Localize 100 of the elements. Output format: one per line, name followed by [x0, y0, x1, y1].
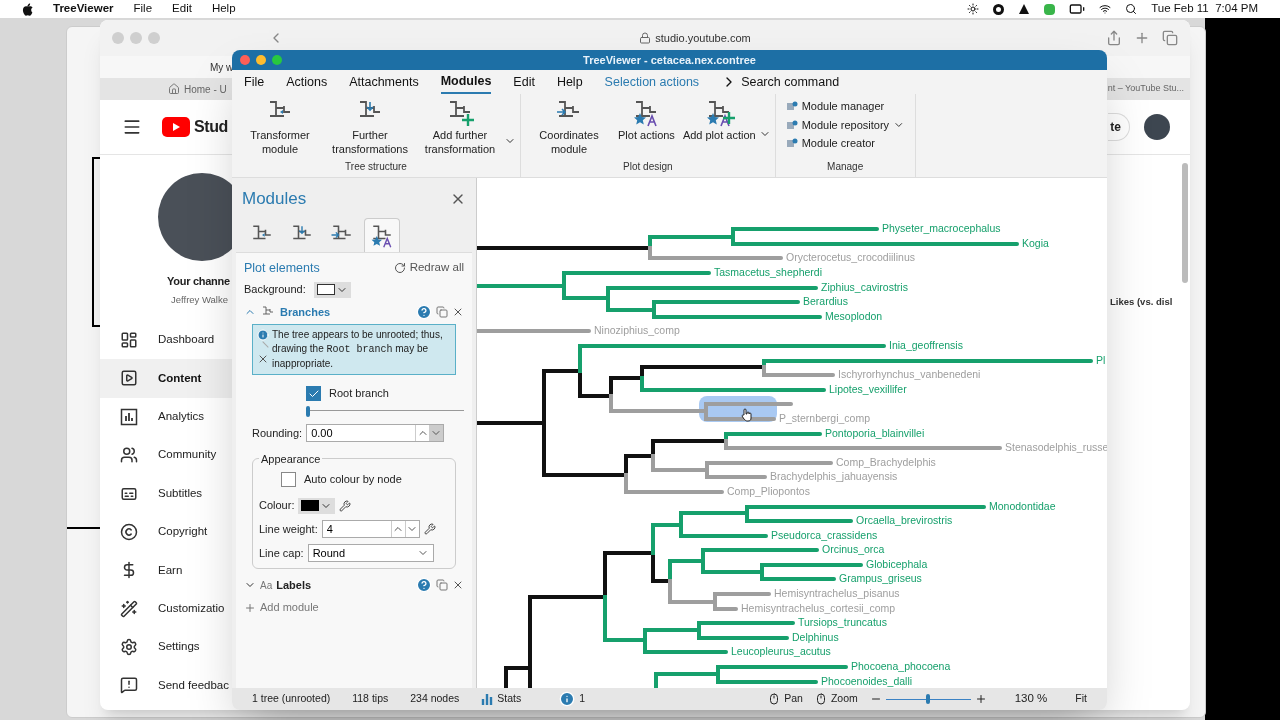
avatar[interactable]: [1144, 114, 1170, 140]
menu-tab[interactable]: Actions: [286, 70, 328, 94]
app-menu[interactable]: TreeViewer: [53, 0, 114, 18]
tip-label[interactable]: Orcaella_brevirostris: [856, 513, 953, 527]
redraw-button[interactable]: Redraw all: [393, 259, 464, 277]
add-module-button[interactable]: Add module: [244, 599, 319, 616]
tip-label[interactable]: Pontoporia_blainvillei: [825, 426, 925, 440]
ribbon-button[interactable]: Further transformations: [326, 96, 414, 156]
home-icon: [168, 83, 180, 95]
tabs-icon[interactable]: [1162, 30, 1178, 46]
line-cap-select[interactable]: Round: [307, 543, 434, 562]
tip-label[interactable]: Tasmacetus_shepherdi: [714, 265, 822, 279]
search-icon[interactable]: [1125, 3, 1138, 15]
checkbox[interactable]: [306, 386, 321, 401]
wrench-icon[interactable]: [423, 522, 436, 535]
url-text[interactable]: studio.youtube.com: [655, 29, 751, 47]
copy-icon[interactable]: [436, 306, 448, 318]
browser-tab[interactable]: Home - U: [184, 81, 227, 97]
triangle-icon[interactable]: [1018, 3, 1031, 15]
battery-icon[interactable]: [1069, 1, 1086, 17]
menu-icon[interactable]: [122, 117, 142, 137]
wrench-icon[interactable]: [339, 499, 352, 512]
brightness-icon[interactable]: [967, 3, 980, 15]
scrollbar[interactable]: [1182, 163, 1188, 283]
module-tab[interactable]: [364, 217, 400, 252]
nav-item[interactable]: Content: [100, 359, 232, 398]
tip-label[interactable]: Inia_geoffrensis: [889, 338, 963, 352]
menu-tab[interactable]: File: [244, 70, 265, 94]
slider-thumb[interactable]: [926, 694, 931, 704]
menu-tab[interactable]: Edit: [513, 70, 535, 94]
close-icon[interactable]: [452, 306, 464, 318]
nav-item[interactable]: Send feedbac: [100, 666, 232, 705]
menu-tab[interactable]: Attachments: [349, 70, 419, 94]
video-icon: [120, 369, 138, 388]
tip-label[interactable]: Leucopleurus_acutus: [731, 644, 831, 658]
info-button[interactable]: 1: [559, 691, 586, 707]
module-icon: [785, 100, 798, 113]
ribbon-button[interactable]: Add further transformation: [416, 96, 504, 156]
menu-tab[interactable]: Selection actions: [604, 72, 700, 92]
tip-label[interactable]: Orcinus_orca: [822, 542, 885, 556]
apple-logo-icon[interactable]: [22, 2, 33, 16]
tip-label[interactable]: Ziphius_cavirostris: [821, 280, 908, 294]
new-tab-icon[interactable]: [1134, 30, 1150, 46]
rounding-field[interactable]: 0.00: [306, 423, 445, 442]
tree-canvas[interactable]: [476, 178, 1107, 688]
zoom-mode[interactable]: Zoom: [814, 691, 858, 707]
menu-item[interactable]: Edit: [172, 0, 192, 18]
tip-label[interactable]: Phocoenoides_dalli: [821, 674, 913, 688]
nav-item[interactable]: Earn: [100, 551, 232, 590]
stats-button[interactable]: Stats: [481, 691, 522, 707]
nav-item[interactable]: Settings: [100, 627, 232, 667]
tip-label[interactable]: Kogia: [1022, 236, 1049, 250]
tip-label[interactable]: Tursiops_truncatus: [798, 615, 887, 629]
slider-thumb[interactable]: [306, 405, 310, 417]
tip-label[interactable]: Globicephala: [866, 557, 928, 571]
tip-label[interactable]: Monodontidae: [989, 499, 1056, 513]
clock[interactable]: Tue Feb 11 7:04 PM: [1151, 0, 1258, 18]
tip-label[interactable]: Delphinus: [792, 630, 839, 644]
help-icon[interactable]: [416, 304, 432, 320]
line-weight-field[interactable]: 4: [321, 519, 420, 538]
record-icon[interactable]: [993, 3, 1005, 15]
pan-mode[interactable]: Pan: [768, 691, 803, 707]
tip-label[interactable]: Phocoena_phocoena: [851, 659, 951, 673]
color-picker[interactable]: [298, 497, 336, 514]
color-picker[interactable]: [313, 281, 351, 298]
menu-item[interactable]: File: [133, 0, 153, 18]
tip-label[interactable]: Lipotes_vexillifer: [829, 382, 907, 396]
fit-button[interactable]: Fit: [1075, 691, 1087, 707]
checkbox[interactable]: [281, 471, 296, 487]
ribbon-button[interactable]: Add plot action: [679, 96, 759, 142]
menu-item[interactable]: Help: [211, 0, 236, 18]
manage-button[interactable]: Module repository: [785, 116, 890, 133]
share-icon[interactable]: [1106, 30, 1122, 46]
nav-item[interactable]: Subtitles: [100, 474, 232, 513]
tip-label[interactable]: Physeter_macrocephalus: [882, 221, 1001, 235]
zoom-slider[interactable]: [885, 693, 971, 705]
nav-item[interactable]: Customizatio: [100, 589, 232, 628]
tip-label[interactable]: Grampus_griseus: [839, 571, 922, 585]
help-icon[interactable]: [416, 577, 432, 593]
zoom-in-icon[interactable]: [974, 693, 987, 705]
tip-label[interactable]: Mesoplodon: [825, 309, 883, 323]
menu-tab[interactable]: Help: [556, 70, 583, 94]
nav-item[interactable]: Copyright: [100, 512, 232, 552]
tip-label[interactable]: Pl: [1096, 353, 1106, 367]
manage-button[interactable]: Module manager: [785, 98, 885, 115]
copy-icon[interactable]: [436, 579, 448, 591]
nav-item[interactable]: Community: [100, 435, 232, 475]
ribbon-button[interactable]: Coordinates module: [525, 96, 613, 156]
ribbon-button[interactable]: Plot actions: [615, 96, 678, 142]
browser-tab[interactable]: nt – YouTube Stu...: [1107, 82, 1184, 96]
nav-item[interactable]: Analytics: [100, 397, 232, 436]
tip-label[interactable]: Pseudorca_crassidens: [771, 528, 878, 542]
plugin-icon[interactable]: [1044, 3, 1056, 15]
close-icon[interactable]: [452, 579, 464, 591]
search-command-button[interactable]: Search command: [721, 72, 840, 92]
wifi-icon[interactable]: [1099, 3, 1112, 15]
ribbon-button[interactable]: Transformer module: [236, 96, 324, 156]
tip-label[interactable]: Berardius: [803, 294, 848, 308]
manage-button[interactable]: Module creator: [785, 135, 876, 152]
nav-item[interactable]: Dashboard: [100, 320, 232, 360]
